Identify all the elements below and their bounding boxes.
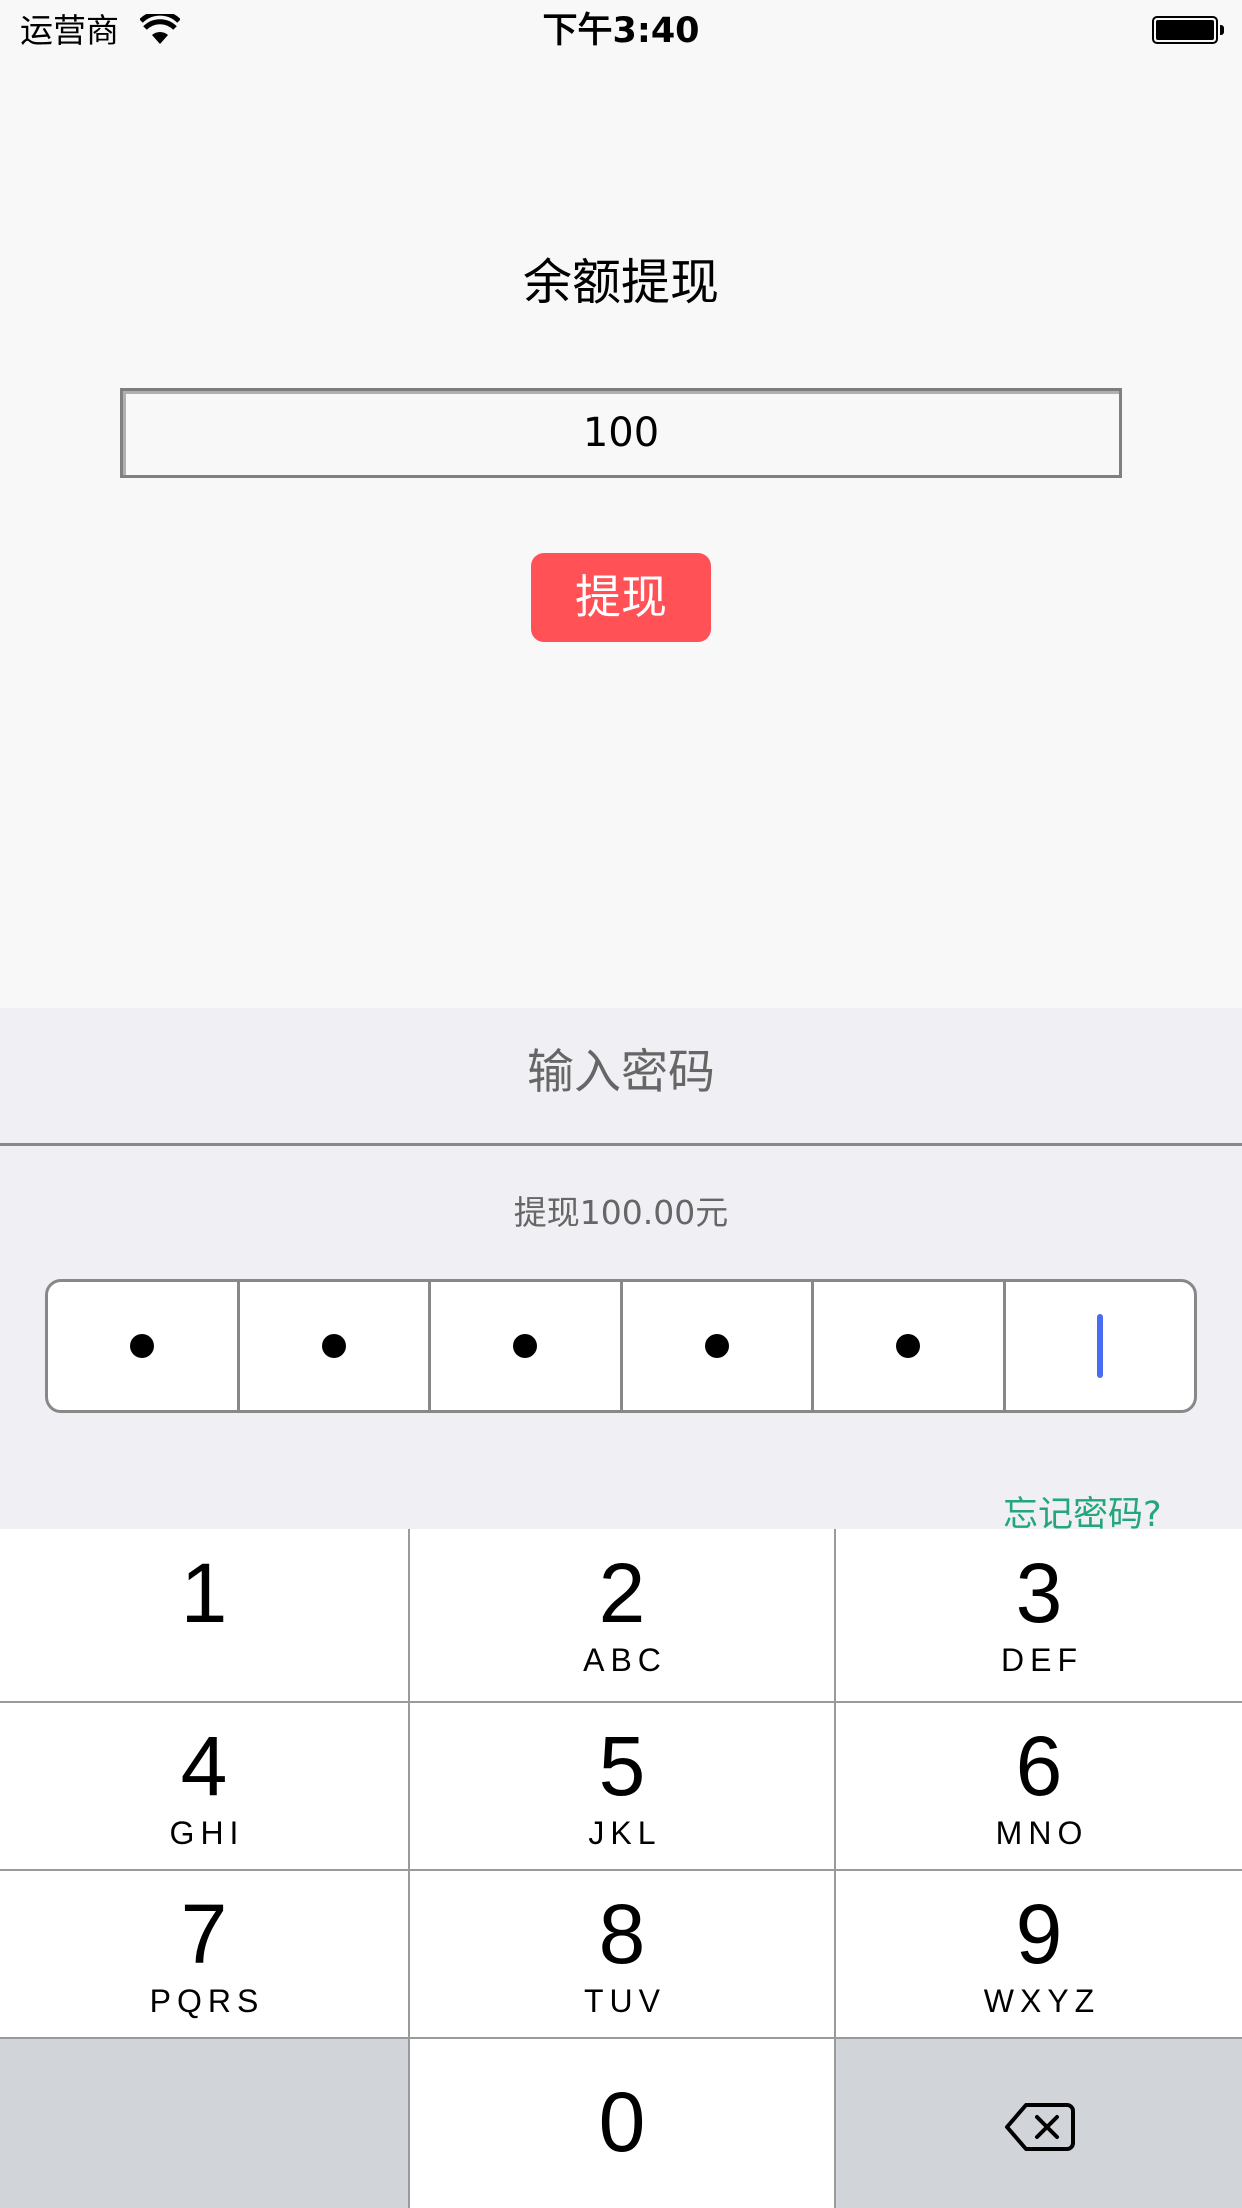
page-title: 余额提现 <box>522 254 719 311</box>
amount-input[interactable]: 100 <box>120 388 1122 478</box>
pin-cell[interactable] <box>1002 1282 1195 1410</box>
pin-cell[interactable] <box>236 1282 429 1410</box>
key-4[interactable]: 4 GHI <box>0 1702 408 1870</box>
key-letters: TUV <box>584 1983 666 2019</box>
key-divider <box>0 1869 1242 1871</box>
key-letters: DEF <box>1001 1642 1083 1678</box>
pin-dot <box>130 1334 155 1358</box>
key-divider <box>0 2037 1242 2039</box>
pin-cell[interactable] <box>428 1282 620 1410</box>
key-digit: 0 <box>598 2075 646 2169</box>
text-cursor <box>1096 1314 1103 1378</box>
pin-input[interactable] <box>45 1279 1197 1413</box>
forgot-password-link[interactable]: 忘记密码? <box>1003 1490 1162 1529</box>
key-digit: 5 <box>598 1719 646 1813</box>
key-letters: PQRS <box>149 1983 265 2019</box>
pin-dot <box>896 1334 921 1358</box>
key-letters: WXYZ <box>983 1983 1101 2019</box>
status-bar: 运营商 下午3:40 <box>0 0 1242 62</box>
battery-full-icon <box>1152 16 1218 44</box>
key-digit: 7 <box>180 1887 228 1981</box>
key-2[interactable]: 2 ABC <box>408 1529 836 1702</box>
key-1[interactable]: 1 <box>0 1529 408 1702</box>
key-5[interactable]: 5 JKL <box>408 1702 836 1870</box>
key-digit: 6 <box>1015 1719 1063 1813</box>
key-letters: JKL <box>588 1815 662 1851</box>
pin-cell[interactable] <box>48 1282 237 1410</box>
key-digit: 8 <box>598 1887 646 1981</box>
key-letters: GHI <box>169 1815 245 1851</box>
key-3[interactable]: 3 DEF <box>836 1529 1242 1702</box>
key-6[interactable]: 6 MNO <box>836 1702 1242 1870</box>
key-8[interactable]: 8 TUV <box>408 1870 836 2038</box>
key-7[interactable]: 7 PQRS <box>0 1870 408 2038</box>
key-divider <box>0 1701 1242 1703</box>
key-digit: 2 <box>598 1546 646 1640</box>
key-letters: ABC <box>583 1642 667 1678</box>
pin-cell[interactable] <box>619 1282 812 1410</box>
key-digit: 9 <box>1015 1887 1063 1981</box>
withdraw-amount-label: 提现100.00元 <box>513 1193 729 1232</box>
pin-dot <box>704 1334 729 1358</box>
withdraw-button[interactable]: 提现 <box>531 553 711 642</box>
backspace-icon <box>1005 2103 1075 2151</box>
key-digit: 3 <box>1015 1546 1063 1640</box>
battery-fill <box>1156 20 1214 40</box>
pin-cell[interactable] <box>811 1282 1003 1410</box>
key-digit: 1 <box>180 1546 228 1640</box>
pin-dot <box>321 1334 346 1358</box>
battery-tip <box>1220 25 1224 35</box>
key-9[interactable]: 9 WXYZ <box>836 1870 1242 2038</box>
key-letters: MNO <box>995 1815 1089 1851</box>
sheet-title: 输入密码 <box>527 1045 715 1100</box>
sheet-divider <box>0 1143 1242 1146</box>
key-blank <box>0 2038 408 2208</box>
key-digit: 4 <box>180 1719 228 1813</box>
pin-dot <box>513 1334 538 1358</box>
key-0[interactable]: 0 <box>408 2038 836 2208</box>
clock: 下午3:40 <box>542 11 700 51</box>
